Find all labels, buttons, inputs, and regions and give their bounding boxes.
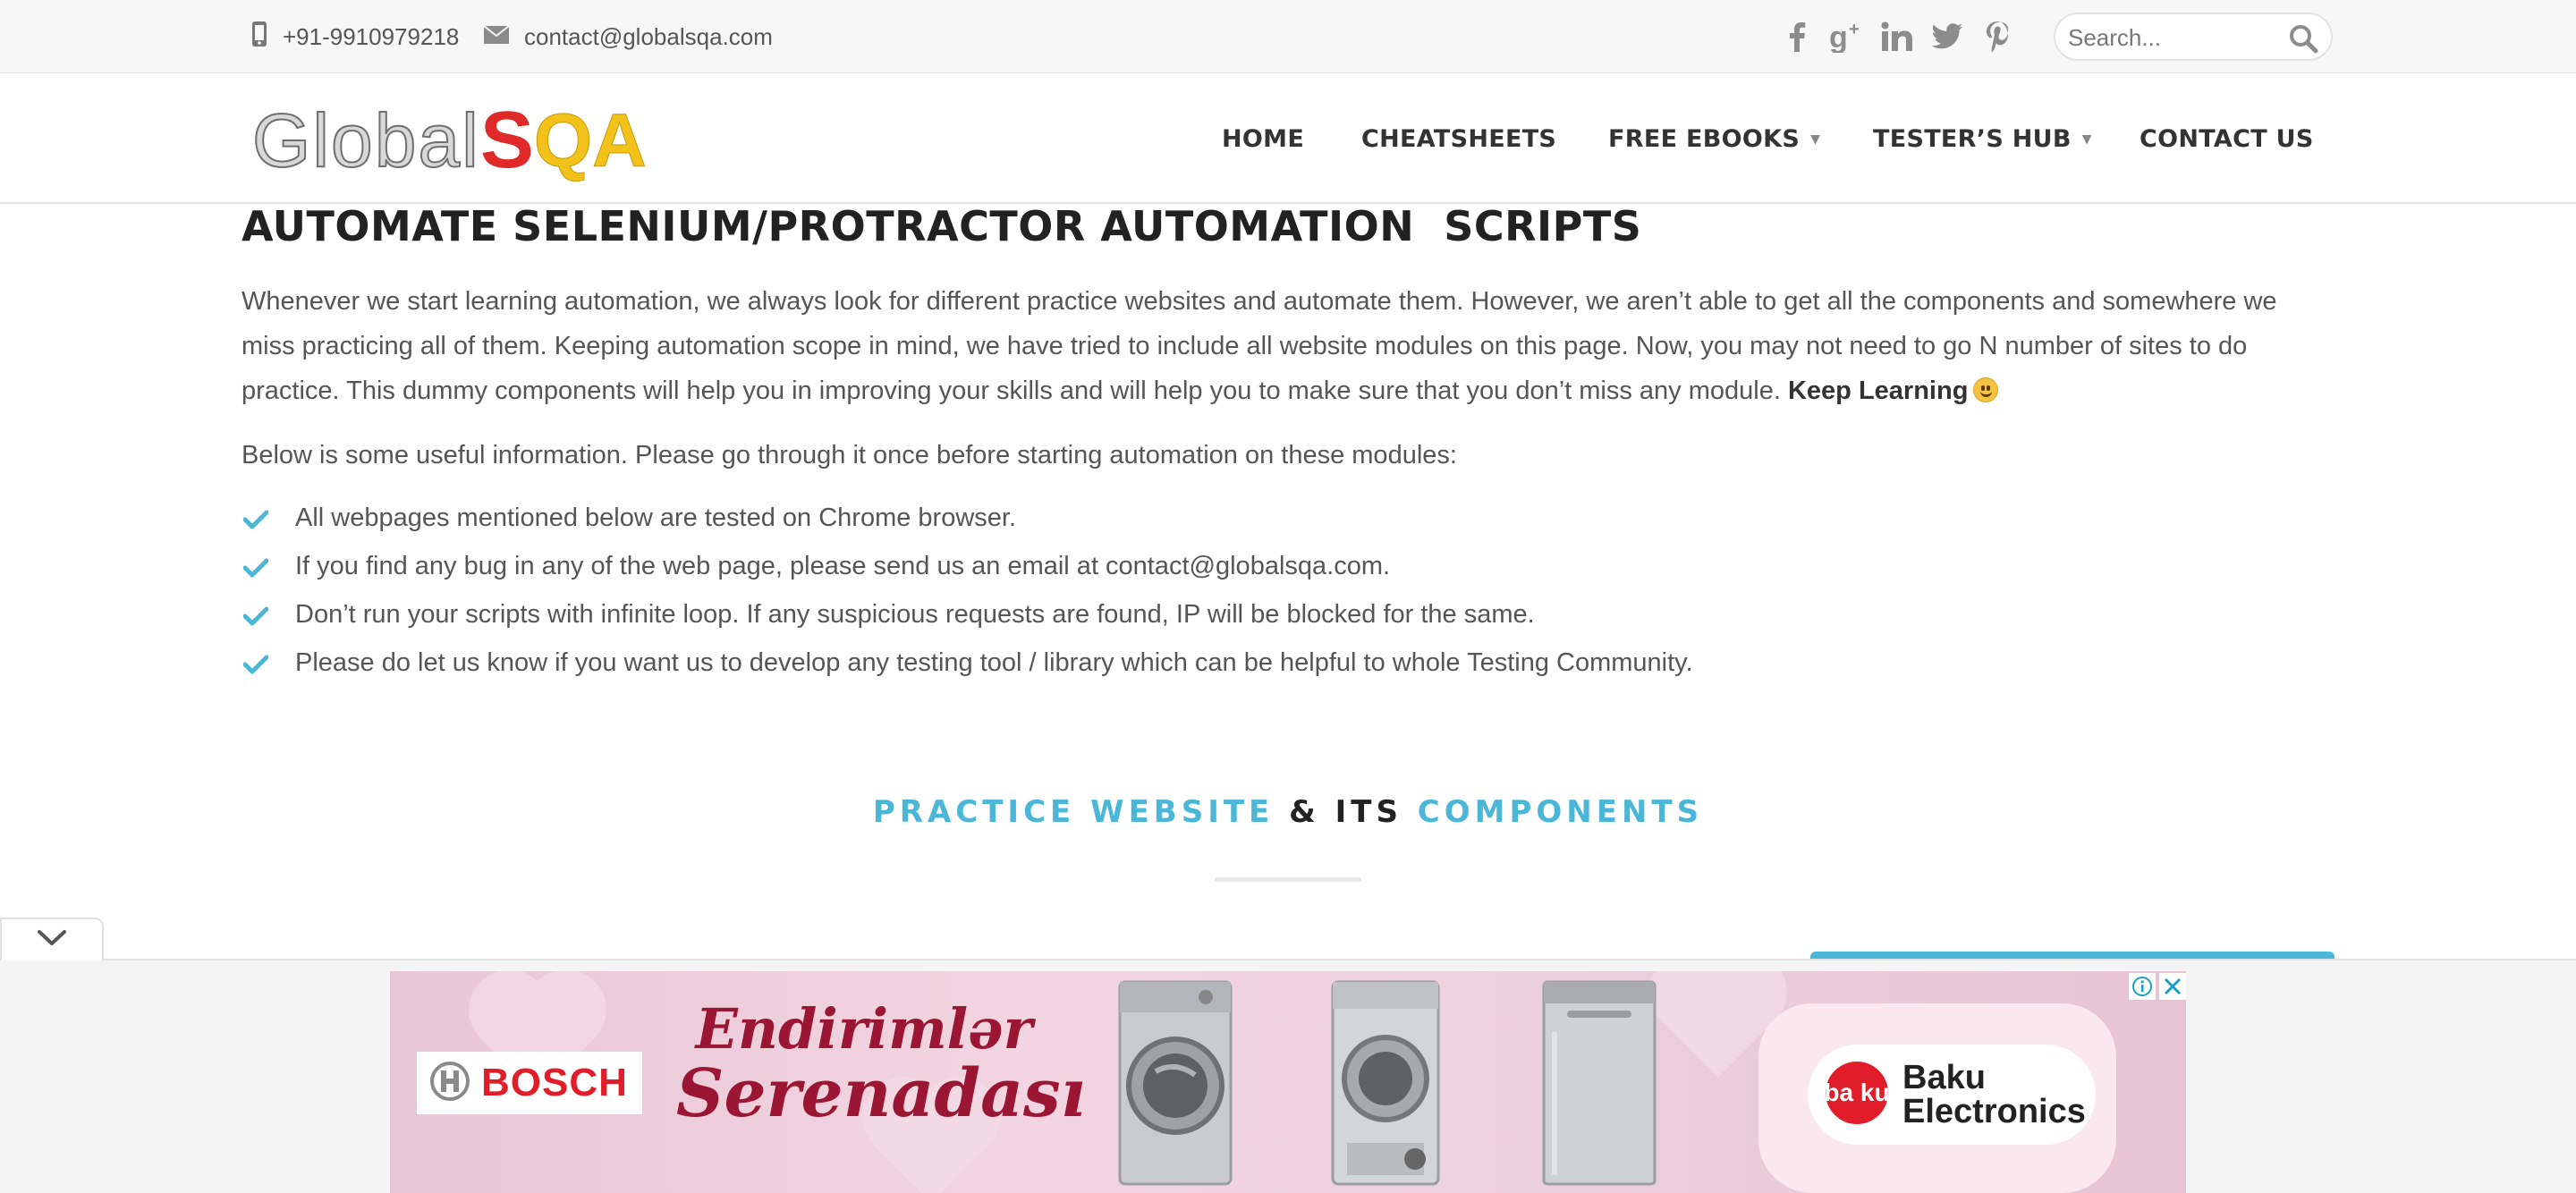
dishwasher-image: [1542, 980, 1657, 1186]
nav-cheatsheets-label: CHEATSHEETS: [1361, 125, 1557, 153]
chevron-down-icon: ▼: [1810, 131, 1821, 147]
nav-testers-hub[interactable]: TESTER’S HUB ▼: [1873, 74, 2092, 204]
collapse-ad-button[interactable]: [0, 918, 104, 960]
bosch-emblem-icon: [429, 1061, 470, 1106]
contact-phone: +91-9910979218: [250, 0, 459, 73]
baku-brand-text: Baku Electronics: [1902, 1061, 2086, 1129]
ad-headline-line2: Serenadası: [676, 1055, 1086, 1132]
checkmark-icon: [242, 555, 269, 585]
ad-info-icon[interactable]: [2129, 973, 2156, 1000]
section-heading-part1: PRACTICE WEBSITE: [872, 794, 1275, 830]
logo-text-qa: QA: [533, 97, 647, 182]
twitter-icon[interactable]: [1927, 16, 1968, 57]
nav-home[interactable]: HOME: [1222, 74, 1304, 204]
nav-free-ebooks-label: FREE EBOOKS: [1608, 125, 1801, 153]
logo-text-s: S: [479, 95, 534, 185]
search-input[interactable]: [2068, 21, 2283, 54]
baku-brand-line1: Baku: [1902, 1059, 1986, 1096]
search-box[interactable]: [2054, 13, 2333, 61]
email-address: contact@globalsqa.com: [524, 22, 773, 50]
ad-container-border: [0, 959, 2576, 971]
phone-number: +91-9910979218: [283, 22, 460, 50]
ad-banner[interactable]: BOSCH Endirimlər Serenadası ba ku Baku E…: [390, 971, 2186, 1193]
list-item: If you find any bug in any of the web pa…: [242, 542, 1693, 590]
facebook-icon[interactable]: [1776, 16, 1818, 57]
smiley-icon: [1973, 377, 1999, 402]
list-item: Don’t run your scripts with infinite loo…: [242, 590, 1693, 639]
page: +91-9910979218 contact@globalsqa.com g+: [0, 0, 2576, 1193]
list-item-text: Please do let us know if you want us to …: [295, 647, 1693, 677]
ad-controls: [2129, 973, 2186, 1000]
site-logo[interactable]: Global S QA: [251, 96, 647, 185]
svg-text:ba ku: ba ku: [1824, 1079, 1889, 1106]
nav-contact-us[interactable]: CONTACT US: [2140, 74, 2314, 204]
info-checklist: All webpages mentioned below are tested …: [242, 494, 1693, 687]
list-item-text: If you find any bug in any of the web pa…: [295, 551, 1391, 580]
google-plus-icon[interactable]: g +: [1826, 16, 1868, 57]
search-icon[interactable]: [2288, 23, 2318, 58]
section-heading-part2: & ITS: [1289, 794, 1402, 830]
ad-headline-line1: Endirimlər: [695, 996, 1033, 1062]
nav-cheatsheets[interactable]: CHEATSHEETS: [1361, 74, 1556, 204]
checkmark-icon: [242, 604, 269, 633]
bosch-brand-text: BOSCH: [481, 1061, 628, 1104]
mobile-phone-icon: [250, 21, 283, 54]
ad-close-icon[interactable]: [2159, 973, 2186, 1000]
bosch-logo: BOSCH: [417, 1052, 642, 1114]
baku-emblem-icon: ba ku: [1824, 1060, 1890, 1130]
pinterest-icon[interactable]: [1977, 16, 2018, 57]
section-heading: PRACTICE WEBSITE & ITS COMPONENTS: [0, 794, 2576, 830]
top-bar: +91-9910979218 contact@globalsqa.com g +: [0, 0, 2576, 73]
chevron-down-icon: [37, 929, 67, 952]
list-item-text: All webpages mentioned below are tested …: [295, 503, 1017, 532]
baku-brand-line2: Electronics: [1902, 1093, 2086, 1130]
logo-text-global: Global: [251, 97, 480, 183]
nav-free-ebooks[interactable]: FREE EBOOKS ▼: [1608, 74, 1820, 204]
chevron-down-icon: ▼: [2081, 131, 2092, 147]
nav-home-label: HOME: [1222, 125, 1305, 153]
section-divider: [1215, 877, 1361, 882]
page-title: AUTOMATE SELENIUM/PROTRACTOR AUTOMATION …: [242, 202, 1642, 250]
list-item-text: Don’t run your scripts with infinite loo…: [295, 599, 1535, 629]
site-header: Global S QA HOME CHEATSHEETS FREE EBOOKS ▼…: [0, 74, 2576, 204]
dryer-image: [1331, 980, 1440, 1186]
nav-contact-us-label: CONTACT US: [2140, 125, 2314, 153]
list-item: All webpages mentioned below are tested …: [242, 494, 1693, 542]
washing-machine-image: [1118, 980, 1233, 1186]
envelope-icon: [483, 23, 524, 51]
nav-testers-hub-label: TESTER’S HUB: [1873, 125, 2072, 153]
checkmark-icon: [242, 652, 269, 681]
lead-text: Below is some useful information. Please…: [242, 441, 1457, 470]
contact-email[interactable]: contact@globalsqa.com: [483, 0, 773, 73]
section-heading-part3: COMPONENTS: [1417, 794, 1704, 830]
svg-text:g: g: [1829, 21, 1848, 53]
ad-headline: Endirimlər Serenadası: [676, 996, 1086, 1132]
intro-paragraph: Whenever we start learning automation, w…: [242, 279, 2334, 413]
checkmark-icon: [242, 507, 269, 537]
intro-text: Whenever we start learning automation, w…: [242, 287, 2277, 405]
linkedin-icon[interactable]: [1877, 16, 1918, 57]
svg-text:+: +: [1849, 21, 1860, 39]
list-item: Please do let us know if you want us to …: [242, 639, 1693, 687]
keep-learning-text: Keep Learning: [1787, 377, 1969, 405]
baku-electronics-logo: ba ku Baku Electronics: [1808, 1045, 2096, 1145]
